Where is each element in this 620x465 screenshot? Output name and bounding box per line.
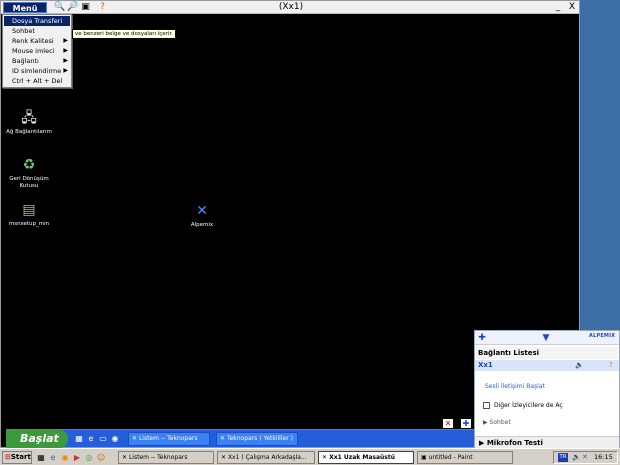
installer-icon: ▤ — [22, 202, 36, 218]
remote-start-button[interactable]: Başlat — [6, 430, 68, 448]
menu-item-file-transfer[interactable]: Dosya Transferi — [4, 16, 70, 26]
screenshot-icon[interactable]: ▣ — [80, 2, 91, 13]
connection-row[interactable]: Xx1 🔈 ? — [475, 360, 619, 371]
remote-task-authorized[interactable]: ✕ Teknopars ( Yetkililer ) — [216, 432, 298, 446]
local-task-coworkers[interactable]: ✕ Xx1 ( Çalışma Arkadaşla... — [217, 451, 315, 464]
recycle-bin-icon: ♻ — [22, 157, 36, 173]
checkbox[interactable] — [483, 402, 490, 409]
menu-item-label: Sohbet — [12, 27, 35, 35]
help-icon[interactable]: ? — [97, 2, 108, 13]
user-name: Xx1 — [478, 361, 493, 369]
desktop-icon-label: Alpemix — [190, 222, 214, 228]
start-label: Start — [10, 453, 31, 461]
panel-header: ✚ ▼ ALPEMIX — [475, 331, 619, 345]
start-button[interactable]: ⊞Start — [2, 451, 32, 464]
remote-window-titlebar: Menü 🔍 🔎 ▣ ? (Xx1) _ X — [1, 1, 579, 14]
checkbox-label: Diğer İzleyicilere de Aç — [494, 402, 563, 409]
show-desktop-icon[interactable]: ▦ — [74, 434, 84, 444]
tooltip: ve benzeri belge ve dosyaları içerir. — [72, 29, 176, 39]
browser-icon[interactable]: ◎ — [84, 452, 94, 463]
menu-item-label: Ctrl + Alt + Del — [12, 77, 63, 85]
task-label: Listem -- Teknopars — [138, 435, 198, 442]
task-label: Xx1 Uzak Masaüstü — [329, 454, 395, 461]
menu-item-id-naming[interactable]: ID simlendirme ▶ — [4, 66, 70, 76]
zoom-out-icon[interactable]: 🔎 — [67, 2, 78, 13]
window-title: (Xx1) — [278, 2, 304, 12]
alpemix-icon: ✕ — [196, 203, 208, 219]
network-icon: 🖧 — [21, 110, 37, 126]
close-button[interactable]: X — [566, 1, 578, 14]
media-icon[interactable]: ◉ — [110, 434, 120, 444]
clock: 16:15 — [594, 453, 613, 461]
menu-item-ctrl-alt-del[interactable]: Ctrl + Alt + Del — [4, 76, 70, 86]
menu-button[interactable]: Menü — [3, 2, 47, 13]
menu-item-label: ID simlendirme — [12, 67, 62, 75]
add-icon[interactable]: ✚ — [461, 419, 471, 428]
desktop-icon-label: Ağ Bağlantılarım — [6, 129, 52, 135]
menu-item-chat[interactable]: Sohbet — [4, 26, 70, 36]
context-menu: Dosya Transferi Sohbet Renk Kalitesi ▶ Mo… — [2, 14, 72, 88]
speaker-icon[interactable]: 🔈 — [575, 360, 584, 371]
chat-row[interactable]: ▶ Sohbet — [483, 418, 511, 428]
remote-task-list[interactable]: ✕ Listem -- Teknopars — [128, 432, 210, 446]
local-taskbar: ⊞Start ▦ e ◉ ▶ ◎ ☺ ✕ Listem -- Teknopars… — [0, 448, 620, 465]
menu-item-label: Bağlantı — [12, 57, 39, 65]
task-label: Teknopars ( Yetkililer ) — [226, 435, 293, 442]
task-label: Listem -- Teknopars — [128, 454, 188, 461]
local-task-paint[interactable]: ▣ untitled - Paint — [417, 451, 513, 464]
add-icon[interactable]: ✚ — [477, 332, 487, 344]
submenu-arrow-icon: ▶ — [63, 37, 68, 44]
collapse-icon[interactable]: ▼ — [541, 332, 551, 344]
firefox-icon[interactable]: ◉ — [60, 452, 70, 463]
remote-taskbar: Başlat ▦ e ▭ ◉ ✕ Listem -- Teknopars ✕ T… — [6, 429, 478, 448]
folder-icon[interactable]: ▭ — [98, 434, 108, 444]
volume-icon[interactable]: 🔈 — [572, 453, 581, 461]
desktop-icon-network[interactable]: 🖧 Ağ Bağlantılarım — [4, 109, 54, 136]
local-task-remote-desktop[interactable]: ✕ Xx1 Uzak Masaüstü — [318, 451, 414, 464]
desktop-icon-installer[interactable]: ▤ msnsetup_min — [4, 201, 54, 228]
system-tray: TR 🔈 ✕ 16:15 — [553, 451, 618, 464]
menu-item-label: Renk Kalitesi — [12, 37, 54, 45]
submenu-arrow-icon: ▶ — [63, 47, 68, 54]
media-player-icon[interactable]: ▶ — [72, 452, 82, 463]
start-voice-link[interactable]: Sesli İletişimi Başlat — [485, 382, 545, 392]
open-to-others-checkbox[interactable]: Diğer İzleyicilere de Aç — [483, 401, 563, 411]
ie-icon[interactable]: e — [86, 434, 96, 444]
task-label: untitled - Paint — [428, 454, 473, 461]
mic-test-row[interactable]: ▶ Mikrofon Testi — [475, 436, 619, 448]
desktop-icon-alpemix[interactable]: ✕ Alpemix — [177, 202, 227, 229]
desktop-icon-label: msnsetup_min — [8, 221, 50, 227]
desktop-icon-recycle-bin[interactable]: ♻ Geri Dönüşüm Kutusu — [4, 156, 54, 190]
menu-item-color-quality[interactable]: Renk Kalitesi ▶ — [4, 36, 70, 46]
help-icon[interactable]: ? — [609, 360, 613, 371]
panel-float-buttons: ✕ ✚ — [443, 419, 473, 428]
submenu-arrow-icon: ▶ — [63, 57, 68, 64]
mic-test-label: Mikrofon Testi — [486, 439, 543, 447]
alpemix-tray-icon[interactable]: ✕ — [582, 453, 588, 461]
menu-item-label: Dosya Transferi — [12, 17, 63, 25]
language-indicator[interactable]: TR — [558, 453, 568, 462]
task-label: Xx1 ( Çalışma Arkadaşla... — [227, 454, 307, 461]
local-task-list[interactable]: ✕ Listem -- Teknopars — [118, 451, 214, 464]
show-desktop-icon[interactable]: ▦ — [36, 452, 46, 463]
chevron-right-icon: ▶ — [479, 439, 487, 447]
brand-logo: ALPEMIX — [589, 333, 616, 339]
menu-item-mouse-cursor[interactable]: Mouse imleci ▶ — [4, 46, 70, 56]
menu-item-connection[interactable]: Bağlantı ▶ — [4, 56, 70, 66]
zoom-in-icon[interactable]: 🔍 — [54, 2, 65, 13]
chat-label: Sohbet — [489, 419, 511, 426]
submenu-arrow-icon: ▶ — [63, 67, 68, 74]
panel-title: Bağlantı Listesi — [476, 347, 618, 359]
connection-panel: ✚ ▼ ALPEMIX Bağlantı Listesi Xx1 🔈 ? Ses… — [474, 330, 620, 448]
ie-icon[interactable]: e — [48, 452, 58, 463]
messenger-icon[interactable]: ☺ — [96, 452, 106, 463]
desktop-icon-label: Geri Dönüşüm Kutusu — [9, 176, 49, 189]
menu-item-label: Mouse imleci — [12, 47, 55, 55]
close-icon[interactable]: ✕ — [443, 419, 453, 428]
minimize-button[interactable]: _ — [552, 1, 564, 14]
